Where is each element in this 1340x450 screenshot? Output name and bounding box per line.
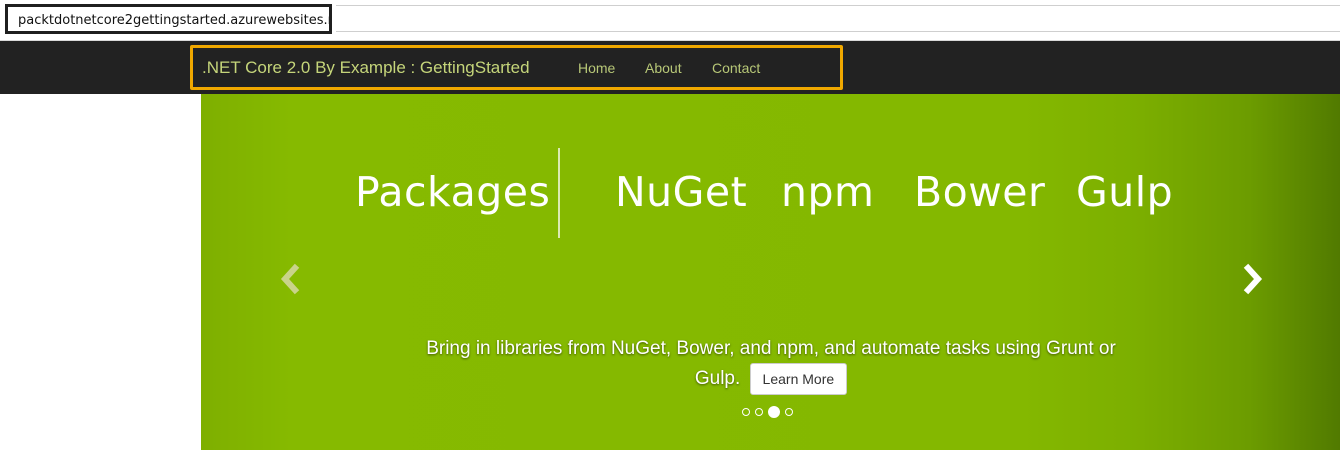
carousel-heading-npm: npm bbox=[781, 168, 875, 216]
carousel-heading-packages: Packages bbox=[355, 168, 551, 216]
nav-link-home[interactable]: Home bbox=[578, 60, 615, 76]
carousel-indicator-1[interactable] bbox=[742, 408, 750, 416]
carousel-indicator-4[interactable] bbox=[785, 408, 793, 416]
carousel-heading-gulp: Gulp bbox=[1076, 168, 1174, 216]
learn-more-button[interactable]: Learn More bbox=[749, 363, 848, 395]
carousel-indicator-3[interactable] bbox=[768, 406, 780, 418]
carousel-next-button[interactable] bbox=[1237, 262, 1267, 296]
carousel-shading bbox=[201, 94, 1340, 450]
nav-link-contact[interactable]: Contact bbox=[712, 60, 760, 76]
address-bar-remainder[interactable] bbox=[336, 5, 1340, 32]
browser-address-bar: packtdotnetcore2gettingstarted.azurewebs… bbox=[0, 0, 1340, 41]
carousel-indicators bbox=[742, 405, 793, 419]
url-field[interactable]: packtdotnetcore2gettingstarted.azurewebs… bbox=[5, 4, 332, 34]
carousel-caption: Bring in libraries from NuGet, Bower, an… bbox=[401, 334, 1141, 395]
hero-carousel: Packages NuGet npm Bower Gulp Bring in l… bbox=[201, 94, 1340, 450]
carousel-heading-bower: Bower bbox=[914, 168, 1046, 216]
nav-link-about[interactable]: About bbox=[645, 60, 682, 76]
carousel-heading-nuget: NuGet bbox=[615, 168, 748, 216]
heading-divider bbox=[558, 148, 560, 238]
top-navbar: .NET Core 2.0 By Example : GettingStarte… bbox=[0, 41, 1340, 94]
chevron-right-icon bbox=[1243, 263, 1263, 295]
carousel-indicator-2[interactable] bbox=[755, 408, 763, 416]
carousel-prev-button[interactable] bbox=[276, 262, 306, 296]
navbar-brand[interactable]: .NET Core 2.0 By Example : GettingStarte… bbox=[202, 58, 530, 78]
chevron-left-icon bbox=[280, 263, 300, 295]
